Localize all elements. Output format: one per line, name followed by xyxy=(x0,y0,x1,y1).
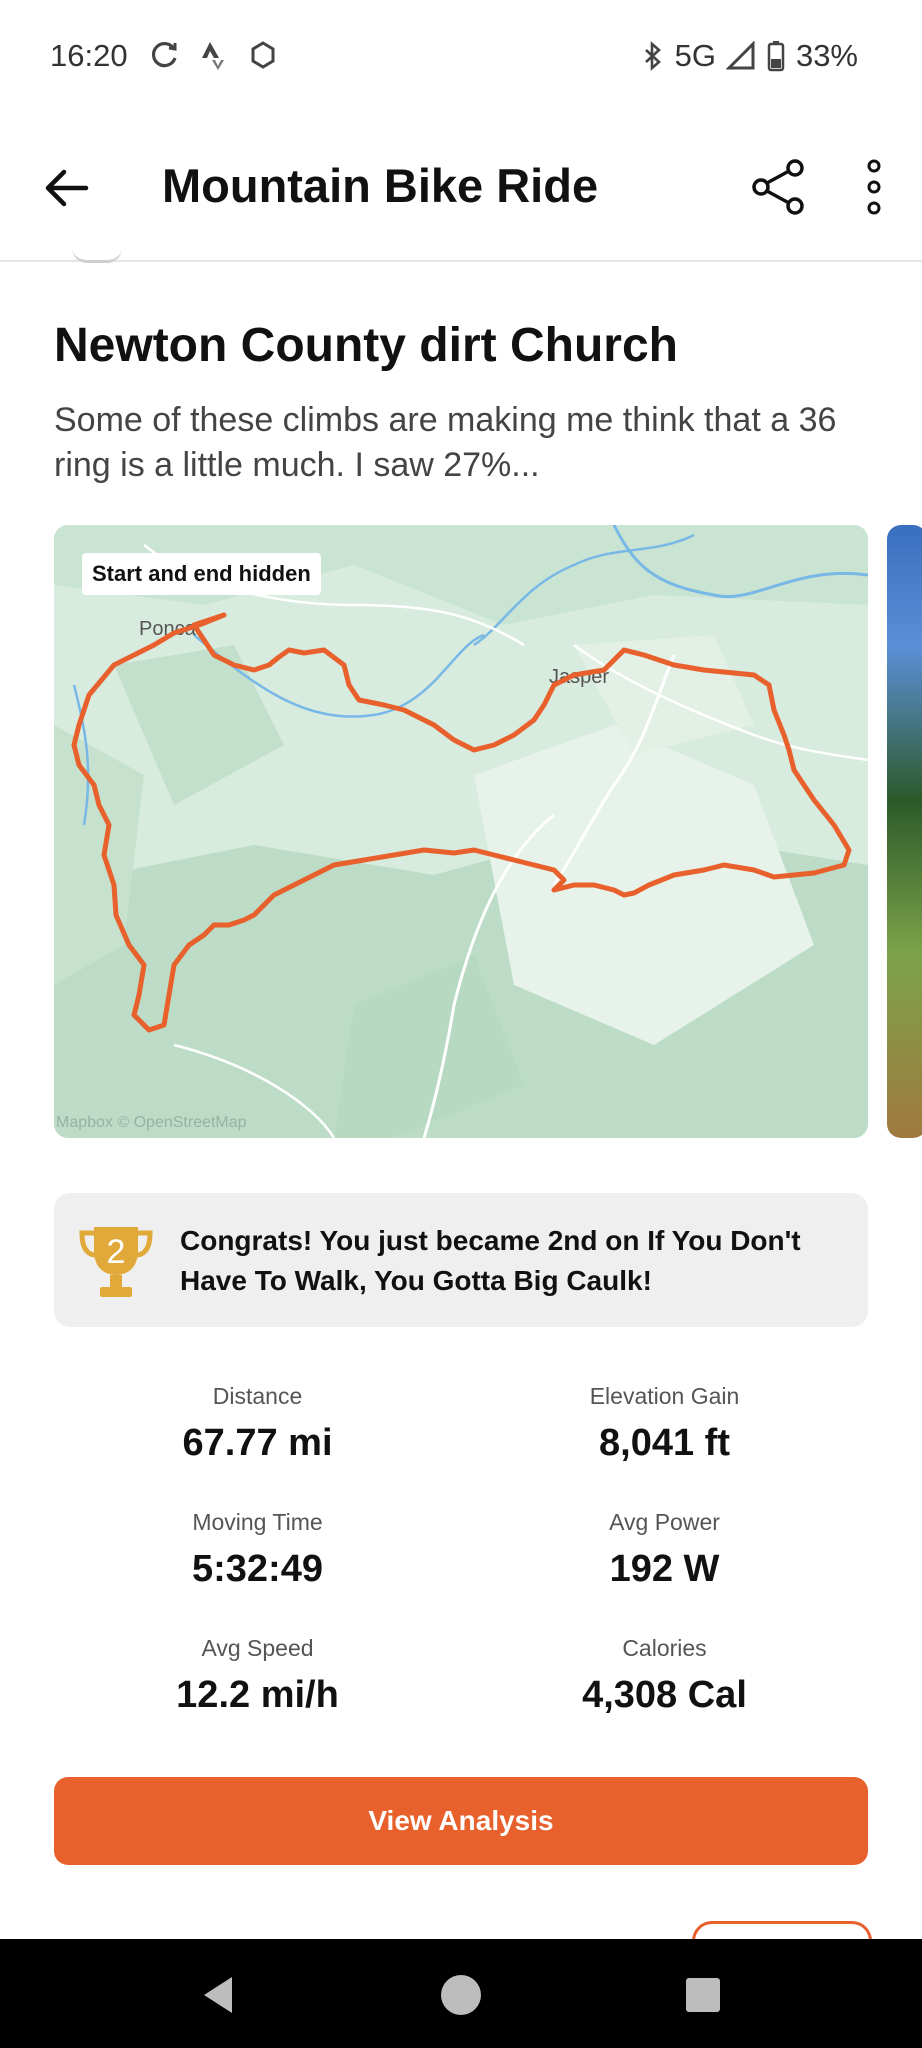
stat-elevation-gain: Elevation Gain 8,041 ft xyxy=(461,1383,868,1465)
status-bar: 16:20 5G 33% xyxy=(0,0,922,118)
stat-value: 8,041 ft xyxy=(599,1422,730,1464)
stat-label: Moving Time xyxy=(192,1509,323,1535)
sync-icon xyxy=(152,42,177,68)
achievement-banner[interactable]: 2 Congrats! You just became 2nd on If Yo… xyxy=(54,1193,868,1327)
nav-recents-icon[interactable] xyxy=(683,1975,723,2015)
share-icon[interactable] xyxy=(748,156,810,218)
achievement-text: Congrats! You just became 2nd on If You … xyxy=(180,1225,801,1296)
view-analysis-button[interactable]: View Analysis xyxy=(54,1777,868,1865)
stat-value: 67.77 mi xyxy=(182,1422,333,1464)
stat-label: Calories xyxy=(622,1635,707,1661)
app-bar: Mountain Bike Ride xyxy=(0,118,922,262)
stat-avg-speed: Avg Speed 12.2 mi/h xyxy=(54,1635,461,1717)
stat-label: Distance xyxy=(212,1383,303,1409)
stat-label: Elevation Gain xyxy=(589,1383,740,1409)
trophy-rank: 2 xyxy=(107,1233,126,1271)
avatar-peek xyxy=(72,248,122,263)
privacy-badge: Start and end hidden xyxy=(82,553,321,595)
activity-description[interactable]: Some of these climbs are making me think… xyxy=(54,398,854,488)
arrow-left-icon[interactable] xyxy=(38,160,94,216)
battery-icon xyxy=(767,41,785,72)
stat-moving-time: Moving Time 5:32:49 xyxy=(54,1509,461,1591)
hexagon-app-icon xyxy=(251,41,275,69)
page-title: Mountain Bike Ride xyxy=(162,159,599,212)
stat-label: Avg Power xyxy=(609,1509,720,1535)
map-attribution[interactable]: Mapbox © OpenStreetMap xyxy=(56,1114,247,1132)
strava-icon xyxy=(202,42,224,70)
stat-label: Avg Speed xyxy=(201,1635,314,1661)
map-terrain: Ponca Jasper xyxy=(54,525,868,1138)
stat-calories: Calories 4,308 Cal xyxy=(461,1635,868,1717)
system-nav-bar xyxy=(0,1939,922,2048)
signal-icon xyxy=(725,41,755,70)
bluetooth-icon xyxy=(644,41,661,71)
stat-value: 5:32:49 xyxy=(192,1548,323,1590)
activity-title: Newton County dirt Church xyxy=(54,319,678,372)
trophy-icon: 2 xyxy=(79,1227,153,1297)
stat-value: 4,308 Cal xyxy=(582,1674,747,1716)
stat-value: 12.2 mi/h xyxy=(176,1674,339,1716)
stat-avg-power: Avg Power 192 W xyxy=(461,1509,868,1591)
network-label: 5G xyxy=(674,38,716,73)
status-right: 5G 33% xyxy=(641,38,858,74)
nav-home-icon[interactable] xyxy=(439,1973,483,2017)
stat-value: 192 W xyxy=(609,1548,720,1590)
nav-back-icon[interactable] xyxy=(196,1973,240,2017)
more-vert-icon[interactable] xyxy=(856,156,892,218)
route-map[interactable]: Ponca Jasper Start and end hidden Mapbox… xyxy=(54,525,868,1138)
status-time: 16:20 xyxy=(50,38,128,73)
stat-distance: Distance 67.77 mi xyxy=(54,1383,461,1465)
battery-level: 33% xyxy=(795,38,858,73)
photo-thumbnail-peek[interactable] xyxy=(887,525,922,1138)
